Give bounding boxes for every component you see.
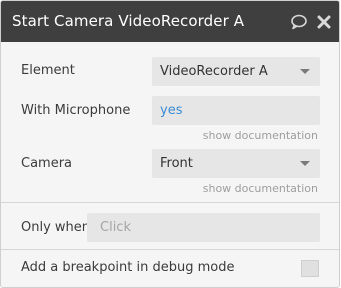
element-dropdown[interactable]: VideoRecorder A [152,57,320,86]
element-dropdown-value: VideoRecorder A [160,64,268,79]
element-label: Element [21,63,75,78]
only-when-label: Only when [21,220,91,235]
section-divider [1,202,339,203]
only-when-input[interactable]: Click [87,213,320,242]
breakpoint-label: Add a breakpoint in debug mode [21,260,235,275]
panel-title: Start Camera VideoRecorder A [12,12,245,30]
section-divider [1,249,339,250]
camera-dropdown[interactable]: Front [152,149,320,178]
chevron-down-icon [300,161,310,166]
microphone-value: yes [160,103,183,118]
chevron-down-icon [300,69,310,74]
camera-dropdown-value: Front [160,156,193,171]
camera-label: Camera [21,156,73,171]
microphone-input[interactable]: yes [152,96,320,125]
title-icons [290,12,333,32]
comment-icon[interactable] [290,13,308,31]
breakpoint-checkbox[interactable] [301,260,319,277]
camera-show-documentation-link[interactable]: show documentation [203,182,318,195]
panel-titlebar: Start Camera VideoRecorder A [1,1,339,42]
microphone-label: With Microphone [21,103,131,118]
action-properties-panel: Start Camera VideoRecorder A Element Vid… [0,0,340,288]
only-when-placeholder: Click [100,220,131,235]
microphone-show-documentation-link[interactable]: show documentation [203,129,318,142]
close-icon[interactable] [315,13,333,31]
